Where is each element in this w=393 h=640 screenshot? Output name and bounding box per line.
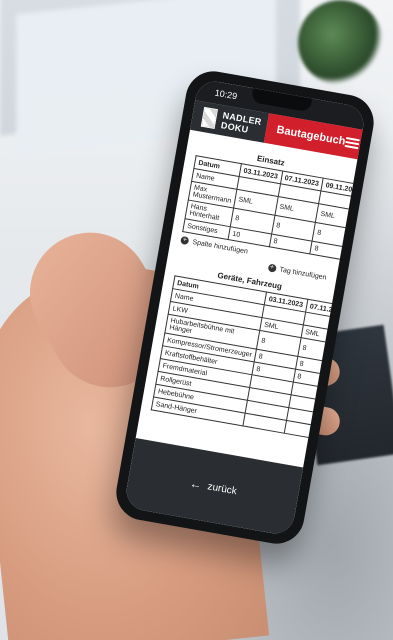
table-cell[interactable] bbox=[329, 401, 367, 423]
hamburger-menu-icon[interactable] bbox=[344, 136, 361, 149]
section-einsatz: Einsatz Datum 03.11.2023 07.11.2023 09.11.2… bbox=[178, 143, 365, 281]
table-cell[interactable]: 8 bbox=[310, 241, 354, 262]
back-button[interactable]: ← zurück bbox=[188, 476, 238, 497]
phone: 10:29 NADLER DOKU Bautagebuch Einsatz Da… bbox=[0, 0, 393, 640]
plus-icon: + bbox=[180, 235, 190, 246]
table-cell[interactable]: 8 bbox=[338, 344, 367, 371]
section-geraete: Geräte, Fahrzeug Datum 03.11.2023 07.11.20… bbox=[151, 263, 367, 448]
table-cell[interactable] bbox=[344, 319, 367, 340]
notch bbox=[250, 88, 313, 113]
table-cell[interactable] bbox=[331, 389, 367, 410]
main-content: Einsatz Datum 03.11.2023 07.11.2023 09.11.2… bbox=[136, 130, 367, 468]
table-cell[interactable] bbox=[283, 420, 328, 441]
geraete-table: Datum 03.11.2023 07.11.2023 09.11.2023 Name L… bbox=[151, 275, 367, 448]
phone-screen: 10:29 NADLER DOKU Bautagebuch Einsatz Da… bbox=[123, 78, 367, 537]
page-title: Bautagebuch bbox=[275, 123, 347, 148]
status-time: 10:29 bbox=[214, 87, 238, 102]
phone-body: 10:29 NADLER DOKU Bautagebuch Einsatz Da… bbox=[111, 66, 379, 549]
table-cell[interactable]: 8 bbox=[333, 376, 367, 397]
brand-logo-icon bbox=[200, 106, 218, 129]
table-cell: 09.11.2023 bbox=[346, 306, 367, 327]
plus-icon: + bbox=[267, 263, 277, 273]
table-cell[interactable]: 8 bbox=[336, 363, 367, 384]
table-cell[interactable] bbox=[324, 427, 367, 448]
table-cell[interactable] bbox=[327, 414, 367, 435]
back-label: zurück bbox=[206, 480, 238, 497]
back-arrow-icon: ← bbox=[188, 476, 203, 493]
brand-logo-text: NADLER DOKU bbox=[220, 110, 263, 135]
table-cell[interactable]: SML bbox=[341, 332, 367, 353]
